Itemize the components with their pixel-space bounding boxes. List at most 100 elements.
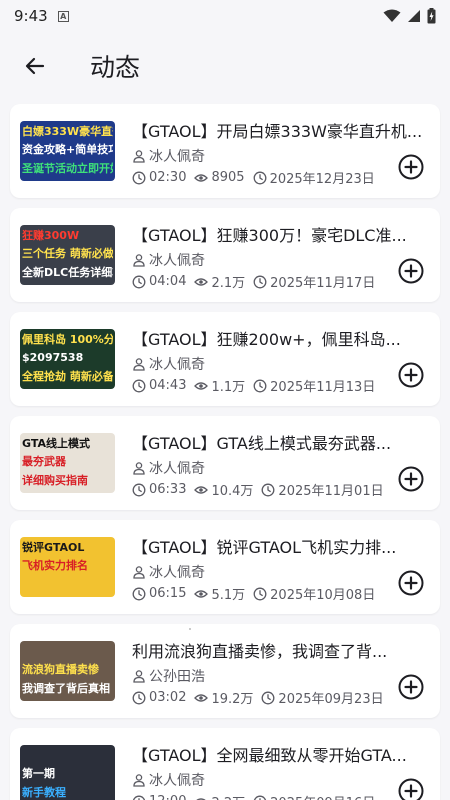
duration-text: 03:02 (149, 690, 187, 705)
clock-icon (132, 587, 146, 601)
author[interactable]: 冰人佩奇 (132, 250, 205, 270)
clock-icon (132, 275, 146, 289)
clock-icon (261, 483, 275, 497)
duration: 06:15 (132, 586, 186, 601)
clock-icon (253, 379, 267, 393)
plus-circle-icon (398, 466, 424, 496)
clock-icon (132, 691, 146, 705)
video-thumbnail[interactable]: 佩里科岛 100%分红收入 $2097538 全程抢劫 萌新必备 (20, 329, 115, 389)
duration: 06:33 (132, 482, 186, 497)
thumbnail-text: 圣诞节活动立即开始 (22, 162, 113, 175)
author-name: 冰人佩奇 (149, 461, 205, 477)
thumbnail-text: 三个任务 萌新必做 (22, 247, 113, 260)
clock-icon (132, 483, 146, 497)
duration-text: 04:43 (149, 378, 187, 393)
add-to-watchlist-button[interactable] (398, 258, 424, 284)
view-count-text: 1.1万 (211, 380, 246, 395)
video-meta: 02:30 8905 2025年12月23日 (132, 168, 383, 187)
video-title[interactable]: 【GTAOL】狂赚200w+，佩里科岛... (132, 326, 432, 350)
video-thumbnail[interactable]: 第一期 新手教程 (20, 745, 115, 800)
thumbnail-text: 狂赚300W (22, 229, 80, 242)
add-to-watchlist-button[interactable] (398, 778, 424, 800)
author[interactable]: 冰人佩奇 (132, 458, 205, 478)
plus-circle-icon (398, 674, 424, 704)
person-icon (132, 253, 146, 267)
back-button[interactable] (11, 42, 59, 90)
publish-date: 2025年09月23日 (261, 688, 384, 707)
feed-item[interactable]: 锐评GTAOL 飞机实力排名 【GTAOL】锐评GTAOL飞机实力排... 冰人… (10, 520, 440, 614)
duration: 02:30 (132, 170, 186, 185)
video-thumbnail[interactable]: GTA线上模式 最夯武器 详细购买指南 (20, 433, 115, 493)
duration-text: 12:00 (149, 794, 186, 800)
video-thumbnail[interactable]: 白嫖333W豪华直升机 资金攻略+简单技巧 圣诞节活动立即开始 (20, 121, 115, 181)
status-time: 9:43 (14, 7, 48, 25)
author[interactable]: 公孙田浩 (132, 666, 205, 686)
author[interactable]: 冰人佩奇 (132, 354, 205, 374)
eye-icon (194, 587, 209, 601)
wifi-icon (383, 9, 401, 22)
video-title[interactable]: 【GTAOL】锐评GTAOL飞机实力排... (132, 534, 432, 558)
author-name: 冰人佩奇 (149, 773, 205, 789)
thumbnail-text: 我调查了背后真相 (22, 682, 110, 695)
thumbnail-text: 流浪狗直播卖惨 (22, 663, 99, 676)
eye-icon (194, 379, 209, 393)
eye-icon (194, 171, 209, 185)
duration-text: 06:15 (149, 586, 187, 601)
feed-item[interactable]: 流浪狗直播卖惨 我调查了背后真相 利用流浪狗直播卖惨，我调查了背... 公孙田浩… (10, 624, 440, 718)
feed-item[interactable]: 第一期 新手教程 【GTAOL】全网最细致从零开始GTA... 冰人佩奇 12:… (10, 728, 440, 800)
eye-icon (194, 795, 208, 800)
view-count-text: 2.2万 (211, 792, 245, 800)
view-count: 1.1万 (194, 376, 245, 395)
author[interactable]: 冰人佩奇 (132, 770, 205, 790)
thumbnail-text: 最夯武器 (22, 455, 66, 468)
video-title[interactable]: 【GTAOL】狂赚300万！豪宅DLC准... (132, 222, 432, 246)
thumbnail-text: 锐评GTAOL (22, 541, 85, 554)
video-thumbnail[interactable]: 流浪狗直播卖惨 我调查了背后真相 (20, 641, 115, 701)
view-count-text: 8905 (211, 170, 245, 185)
add-to-watchlist-button[interactable] (398, 466, 424, 492)
video-thumbnail[interactable]: 锐评GTAOL 飞机实力排名 (20, 537, 115, 597)
thumbnail-text: 全程抢劫 萌新必备 (22, 370, 113, 383)
author-name: 冰人佩奇 (149, 253, 205, 269)
publish-date: 2025年12月23日 (253, 168, 375, 187)
status-bar: 9:43 A (0, 0, 450, 32)
video-title[interactable]: 【GTAOL】GTA线上模式最夯武器... (132, 430, 432, 454)
publish-date-text: 2025年11月13日 (270, 380, 376, 395)
add-to-watchlist-button[interactable] (398, 362, 424, 388)
duration: 03:02 (132, 690, 186, 705)
view-count-text: 10.4万 (211, 484, 254, 499)
clock-icon (253, 171, 267, 185)
feed-item[interactable]: 狂赚300W 三个任务 萌新必做 全新DLC任务详细攻略 【GTAOL】狂赚30… (10, 208, 440, 302)
author[interactable]: 冰人佩奇 (132, 562, 205, 582)
view-count-text: 5.1万 (211, 588, 246, 603)
plus-circle-icon (398, 258, 424, 288)
add-to-watchlist-button[interactable] (398, 570, 424, 596)
author[interactable]: 冰人佩奇 (132, 146, 205, 166)
duration-text: 04:04 (149, 274, 187, 289)
person-icon (132, 565, 146, 579)
video-meta: 06:33 10.4万 2025年11月01日 (132, 480, 392, 499)
battery-icon (427, 8, 436, 24)
video-title[interactable]: 【GTAOL】开局白嫖333W豪华直升机... (132, 118, 432, 142)
author-name: 冰人佩奇 (149, 357, 205, 373)
eye-icon (194, 483, 209, 497)
feed-item[interactable]: 白嫖333W豪华直升机 资金攻略+简单技巧 圣诞节活动立即开始 【GTAOL】开… (10, 104, 440, 198)
feed-item[interactable]: 佩里科岛 100%分红收入 $2097538 全程抢劫 萌新必备 【GTAOL】… (10, 312, 440, 406)
clock-icon (253, 587, 267, 601)
thumbnail-text: 详细购买指南 (22, 474, 88, 487)
thumbnail-text: 全新DLC任务详细攻略 (22, 266, 113, 279)
person-icon (132, 461, 146, 475)
video-title[interactable]: 利用流浪狗直播卖惨，我调查了背... (132, 638, 432, 662)
video-title[interactable]: 【GTAOL】全网最细致从零开始GTA... (132, 742, 432, 766)
duration-text: 06:33 (149, 482, 187, 497)
eye-icon (194, 691, 209, 705)
feed-item[interactable]: GTA线上模式 最夯武器 详细购买指南 【GTAOL】GTA线上模式最夯武器..… (10, 416, 440, 510)
app-notification-icon: A (57, 10, 69, 22)
signal-icon (408, 10, 420, 22)
add-to-watchlist-button[interactable] (398, 154, 424, 180)
video-thumbnail[interactable]: 狂赚300W 三个任务 萌新必做 全新DLC任务详细攻略 (20, 225, 115, 285)
add-to-watchlist-button[interactable] (398, 674, 424, 700)
view-count: 2.1万 (194, 272, 245, 291)
scroll-dot (189, 628, 191, 630)
clock-icon (253, 795, 267, 800)
